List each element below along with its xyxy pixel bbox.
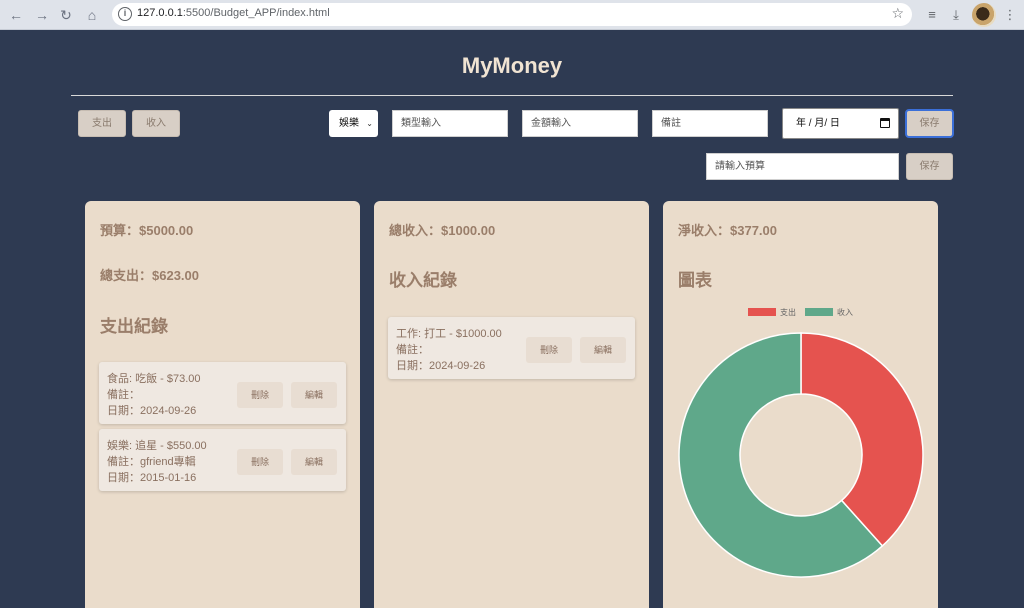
record-title: 娛樂: 追星 - $550.00 bbox=[107, 440, 207, 452]
record-date: 日期：2024-09-26 bbox=[396, 360, 486, 372]
bookmark-star-icon[interactable]: ☆ bbox=[891, 5, 904, 22]
delete-button[interactable]: 刪除 bbox=[237, 449, 283, 475]
record-date: 日期：2024-09-26 bbox=[107, 405, 197, 417]
expense-card: 預算：$5000.00 總支出：$623.00 支出紀錄 食品: 吃飯 - $7… bbox=[85, 201, 360, 608]
url-text[interactable]: 127.0.0.1:5500/Budget_APP/index.html bbox=[137, 7, 330, 19]
save-record-button[interactable]: 保存 bbox=[905, 109, 954, 138]
donut-chart bbox=[678, 332, 924, 578]
back-icon[interactable]: ← bbox=[6, 5, 26, 25]
date-placeholder: 年 / 月/ 日 bbox=[796, 118, 840, 129]
legend-label-expense: 支出 bbox=[780, 308, 796, 317]
chevron-down-icon: ⌄ bbox=[366, 119, 373, 128]
forward-icon[interactable]: → bbox=[32, 5, 52, 25]
browser-toolbar: ← → ↻ ⌂ i 127.0.0.1:5500/Budget_APP/inde… bbox=[0, 0, 1024, 30]
legend-swatch-income bbox=[805, 308, 833, 316]
media-control-icon[interactable]: ≡ bbox=[922, 5, 942, 25]
expense-record-item: 食品: 吃飯 - $73.00 備註： 日期：2024-09-26 刪除 編輯 bbox=[99, 362, 346, 424]
note-input[interactable]: 備註 bbox=[652, 110, 768, 137]
expense-record-item: 娛樂: 追星 - $550.00 備註：gfriend專輯 日期：2015-01… bbox=[99, 429, 346, 491]
url-host: 127.0.0.1 bbox=[137, 7, 183, 19]
type-input[interactable]: 類型輸入 bbox=[392, 110, 508, 137]
legend-swatch-expense bbox=[748, 308, 776, 316]
category-selected-value: 娛樂 bbox=[339, 118, 359, 129]
home-icon[interactable]: ⌂ bbox=[82, 5, 102, 25]
chart-heading: 圖表 bbox=[678, 271, 712, 290]
legend-label-income: 收入 bbox=[837, 308, 853, 317]
date-input[interactable]: 年 / 月/ 日 bbox=[782, 108, 899, 139]
edit-button[interactable]: 編輯 bbox=[580, 337, 626, 363]
record-note: 備註： bbox=[107, 389, 140, 401]
profile-avatar[interactable] bbox=[972, 3, 996, 27]
budget-label: 預算：$5000.00 bbox=[100, 223, 194, 238]
income-card: 總收入：$1000.00 收入紀錄 工作: 打工 - $1000.00 備註： … bbox=[374, 201, 649, 608]
record-note: 備註： bbox=[396, 344, 429, 356]
delete-button[interactable]: 刪除 bbox=[237, 382, 283, 408]
total-expense-label: 總支出：$623.00 bbox=[100, 268, 199, 283]
calendar-icon[interactable] bbox=[880, 118, 890, 128]
edit-button[interactable]: 編輯 bbox=[291, 382, 337, 408]
menu-kebab-icon[interactable]: ⋮ bbox=[1000, 5, 1020, 25]
net-income-label: 淨收入：$377.00 bbox=[678, 223, 777, 238]
url-path: :5500/Budget_APP/index.html bbox=[182, 7, 330, 19]
record-note: 備註：gfriend專輯 bbox=[107, 456, 196, 468]
income-records-heading: 收入紀錄 bbox=[389, 271, 457, 290]
category-select[interactable]: 娛樂 ⌄ bbox=[329, 110, 378, 137]
total-income-label: 總收入：$1000.00 bbox=[389, 223, 496, 238]
app-title: MyMoney bbox=[461, 53, 563, 78]
amount-input[interactable]: 金額輸入 bbox=[522, 110, 638, 137]
address-bar[interactable]: i 127.0.0.1:5500/Budget_APP/index.html ☆ bbox=[112, 3, 912, 26]
reload-icon[interactable]: ↻ bbox=[56, 5, 76, 25]
download-icon[interactable]: ⤓ bbox=[946, 5, 966, 25]
title-divider bbox=[71, 95, 953, 96]
site-info-icon[interactable]: i bbox=[118, 7, 132, 21]
edit-button[interactable]: 編輯 bbox=[291, 449, 337, 475]
expense-records-heading: 支出紀錄 bbox=[100, 317, 168, 336]
record-date: 日期：2015-01-16 bbox=[107, 472, 197, 484]
income-tab-button[interactable]: 收入 bbox=[132, 110, 180, 137]
income-record-item: 工作: 打工 - $1000.00 備註： 日期：2024-09-26 刪除 編… bbox=[388, 317, 635, 379]
record-title: 工作: 打工 - $1000.00 bbox=[396, 328, 502, 340]
budget-input[interactable]: 請輸入預算 bbox=[706, 153, 899, 180]
record-title: 食品: 吃飯 - $73.00 bbox=[107, 373, 201, 385]
save-budget-button[interactable]: 保存 bbox=[906, 153, 953, 180]
expense-tab-button[interactable]: 支出 bbox=[78, 110, 126, 137]
delete-button[interactable]: 刪除 bbox=[526, 337, 572, 363]
